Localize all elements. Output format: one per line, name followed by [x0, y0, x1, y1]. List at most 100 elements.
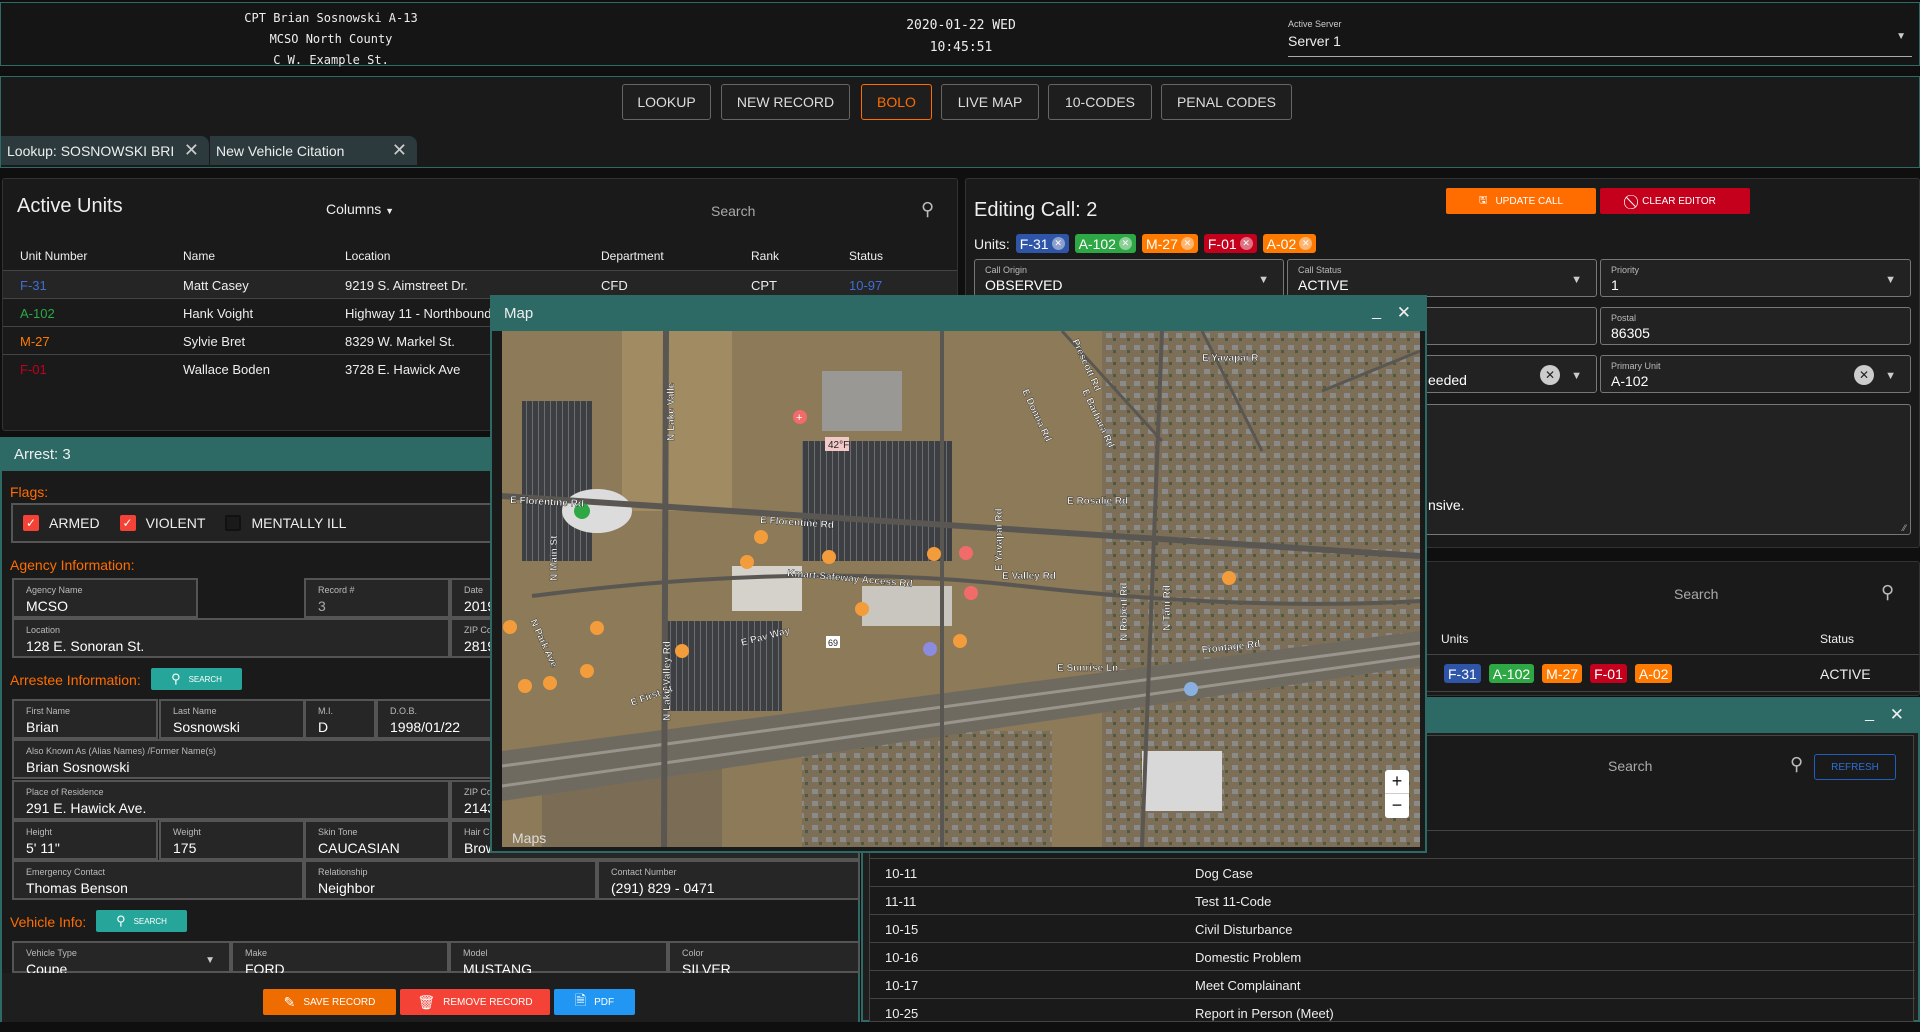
emergency-field[interactable]: Emergency Contact Thomas Benson [12, 860, 304, 900]
satellite-map[interactable]: + 42°F 69 N Lake ValleE Florentine RdE F… [502, 331, 1420, 847]
flag-label: ARMED [49, 515, 100, 531]
vehicle-search-button[interactable]: ⚲ SEARCH [96, 910, 187, 932]
height-field[interactable]: Height 5' 11" [12, 820, 158, 860]
unit-chip[interactable]: A-02 ✕ [1262, 234, 1317, 253]
close-icon[interactable]: ✕ [184, 140, 199, 161]
server-select[interactable]: Active Server Server 1 ▼ [1288, 19, 1912, 57]
arrest-title: Arrest: 3 [14, 446, 71, 463]
search-icon[interactable]: ⚲ [921, 199, 934, 220]
resize-handle-icon[interactable]: ⁄⁄ [1903, 523, 1906, 533]
save-record-button[interactable]: ✎ SAVE RECORD [263, 989, 396, 1015]
contact-field[interactable]: Contact Number (291) 829 - 0471 [597, 860, 860, 900]
clear-icon[interactable]: ✕ [1540, 365, 1560, 385]
first-field[interactable]: First Name Brian [12, 699, 158, 739]
window-titlebar[interactable]: Map _ ✕ [492, 297, 1425, 331]
postal-field[interactable]: Postal 86305 [1600, 307, 1911, 345]
unit-badge: F-01 [1590, 664, 1627, 683]
unit-chip[interactable]: M-27 ✕ [1141, 234, 1198, 253]
skin-field[interactable]: Skin Tone CAUCASIAN [304, 820, 450, 860]
clear-icon[interactable]: ✕ [1854, 365, 1874, 385]
chevron-down-icon: ▼ [1885, 274, 1896, 286]
zoom-in-button[interactable]: + [1385, 770, 1409, 794]
nav-live-map-button[interactable]: LIVE MAP [941, 84, 1039, 120]
column-header[interactable]: Department [601, 249, 664, 263]
close-icon[interactable]: ✕ [1397, 303, 1411, 323]
units-search-input[interactable]: Search [711, 203, 755, 219]
unit-chip[interactable]: F-01 ✕ [1203, 234, 1257, 253]
flag-checkbox[interactable] [225, 515, 242, 531]
unit-chip[interactable]: A-102 ✕ [1074, 234, 1136, 253]
relationship-field[interactable]: Relationship Neighbor [304, 860, 597, 900]
description-cell: Dog Case [1195, 866, 1253, 881]
flags-label: Flags: [10, 484, 49, 500]
calls-search-input[interactable]: Search [1674, 586, 1718, 602]
record-field[interactable]: Record # 3 [304, 578, 450, 618]
weight-field[interactable]: Weight 175 [159, 820, 305, 860]
field-label: Primary Unit [1611, 361, 1661, 371]
table-row[interactable]: 10-16 Domestic Problem [870, 942, 1915, 970]
nav-penal-codes-button[interactable]: PENAL CODES [1161, 84, 1292, 120]
minimize-icon[interactable]: _ [1372, 303, 1381, 321]
remove-chip-icon[interactable]: ✕ [1239, 237, 1253, 250]
table-row[interactable]: 10-15 Civil Disturbance [870, 914, 1915, 942]
priority-select[interactable]: Priority 1 ▼ [1600, 259, 1911, 297]
zoom-out-button[interactable]: − [1385, 794, 1409, 818]
close-icon[interactable]: ✕ [392, 140, 407, 161]
flag-checkbox[interactable]: ✓ [119, 515, 136, 531]
table-row[interactable]: 11-11 Test 11-Code [870, 886, 1915, 914]
unit-chip[interactable]: F-31 ✕ [1015, 234, 1069, 253]
remove-chip-icon[interactable]: ✕ [1118, 237, 1132, 250]
cell-status: 10-97 [849, 278, 883, 293]
field-label: Skin Tone [318, 827, 358, 837]
column-header[interactable]: Name [183, 249, 215, 263]
search-icon[interactable]: ⚲ [1790, 754, 1803, 775]
mi-field[interactable]: M.I. D [304, 699, 376, 739]
agency-name-field[interactable]: Agency Name MCSO [12, 578, 198, 618]
columns-dropdown[interactable]: Columns ▼ [326, 201, 394, 217]
table-row[interactable]: F-31 Matt Casey 9219 S. Aimstreet Dr. CFD CP… [3, 270, 957, 298]
flag-checkbox[interactable]: ✓ [23, 515, 39, 531]
search-icon[interactable]: ⚲ [1881, 582, 1894, 603]
make-field[interactable]: Make FORD [231, 941, 449, 977]
search-icon: ⚲ [171, 671, 181, 686]
arrestee-search-button[interactable]: ⚲ SEARCH [151, 668, 242, 690]
refresh-button[interactable]: REFRESH [1814, 754, 1896, 780]
table-row[interactable]: 10-17 Meet Complainant [870, 970, 1915, 998]
codes-search-input[interactable]: Search [1608, 758, 1652, 774]
nav-lookup-button[interactable]: LOOKUP [622, 84, 711, 120]
field-label: Postal [1611, 313, 1637, 323]
residence-field[interactable]: Place of Residence 291 E. Hawick Ave. [12, 780, 450, 820]
color-field[interactable]: Color SILVER [668, 941, 860, 977]
tab-new-vehicle-citation[interactable]: New Vehicle Citation ✕ [210, 136, 417, 165]
table-row[interactable]: 10-11 Dog Case [870, 858, 1915, 886]
last-field[interactable]: Last Name Sosnowski [159, 699, 305, 739]
vtype-field[interactable]: Vehicle Type Coupe ▼ [12, 941, 231, 977]
tab-lookup[interactable]: Lookup: SOSNOWSKI BRI ✕ [1, 136, 209, 165]
column-header[interactable]: Location [345, 249, 390, 263]
nav-new-record-button[interactable]: NEW RECORD [721, 84, 850, 120]
minimize-icon[interactable]: _ [1865, 705, 1874, 723]
remove-chip-icon[interactable]: ✕ [1180, 237, 1194, 250]
remove-chip-icon[interactable]: ✕ [1051, 237, 1065, 250]
close-icon[interactable]: ✕ [1890, 705, 1904, 725]
nav-10-codes-button[interactable]: 10-CODES [1048, 84, 1152, 120]
update-call-button[interactable]: 🖫 UPDATE CALL [1446, 188, 1596, 214]
column-header[interactable]: Rank [751, 249, 779, 263]
pdf-button[interactable]: 🗎 PDF [554, 989, 635, 1015]
cell-location: Highway 11 - Northbound [345, 306, 492, 321]
remove-record-button[interactable]: 🗑 REMOVE RECORD [400, 989, 550, 1015]
column-header[interactable]: Status [849, 249, 883, 263]
table-row[interactable]: 10-25 Report in Person (Meet) [870, 998, 1915, 1026]
cell-name: Sylvie Bret [183, 334, 246, 349]
model-field[interactable]: Model MUSTANG [449, 941, 668, 977]
column-header[interactable]: Unit Number [20, 249, 87, 263]
remove-chip-icon[interactable]: ✕ [1299, 237, 1313, 250]
clear-editor-button[interactable]: ⃠CLEAR EDITOR [1600, 188, 1750, 214]
primary-unit-select[interactable]: Primary Unit A-102 ✕ ▼ [1600, 355, 1911, 393]
nav-bolo-button[interactable]: BOLO [861, 84, 932, 120]
street-label: N Lake Valle [666, 382, 677, 441]
field-label: D.O.B. [390, 706, 418, 716]
call-origin-select[interactable]: Call Origin OBSERVED ▼ [974, 259, 1284, 297]
call-status-select[interactable]: Call Status ACTIVE ▼ [1287, 259, 1597, 297]
location-field[interactable]: Location 128 E. Sonoran St. [12, 618, 450, 658]
